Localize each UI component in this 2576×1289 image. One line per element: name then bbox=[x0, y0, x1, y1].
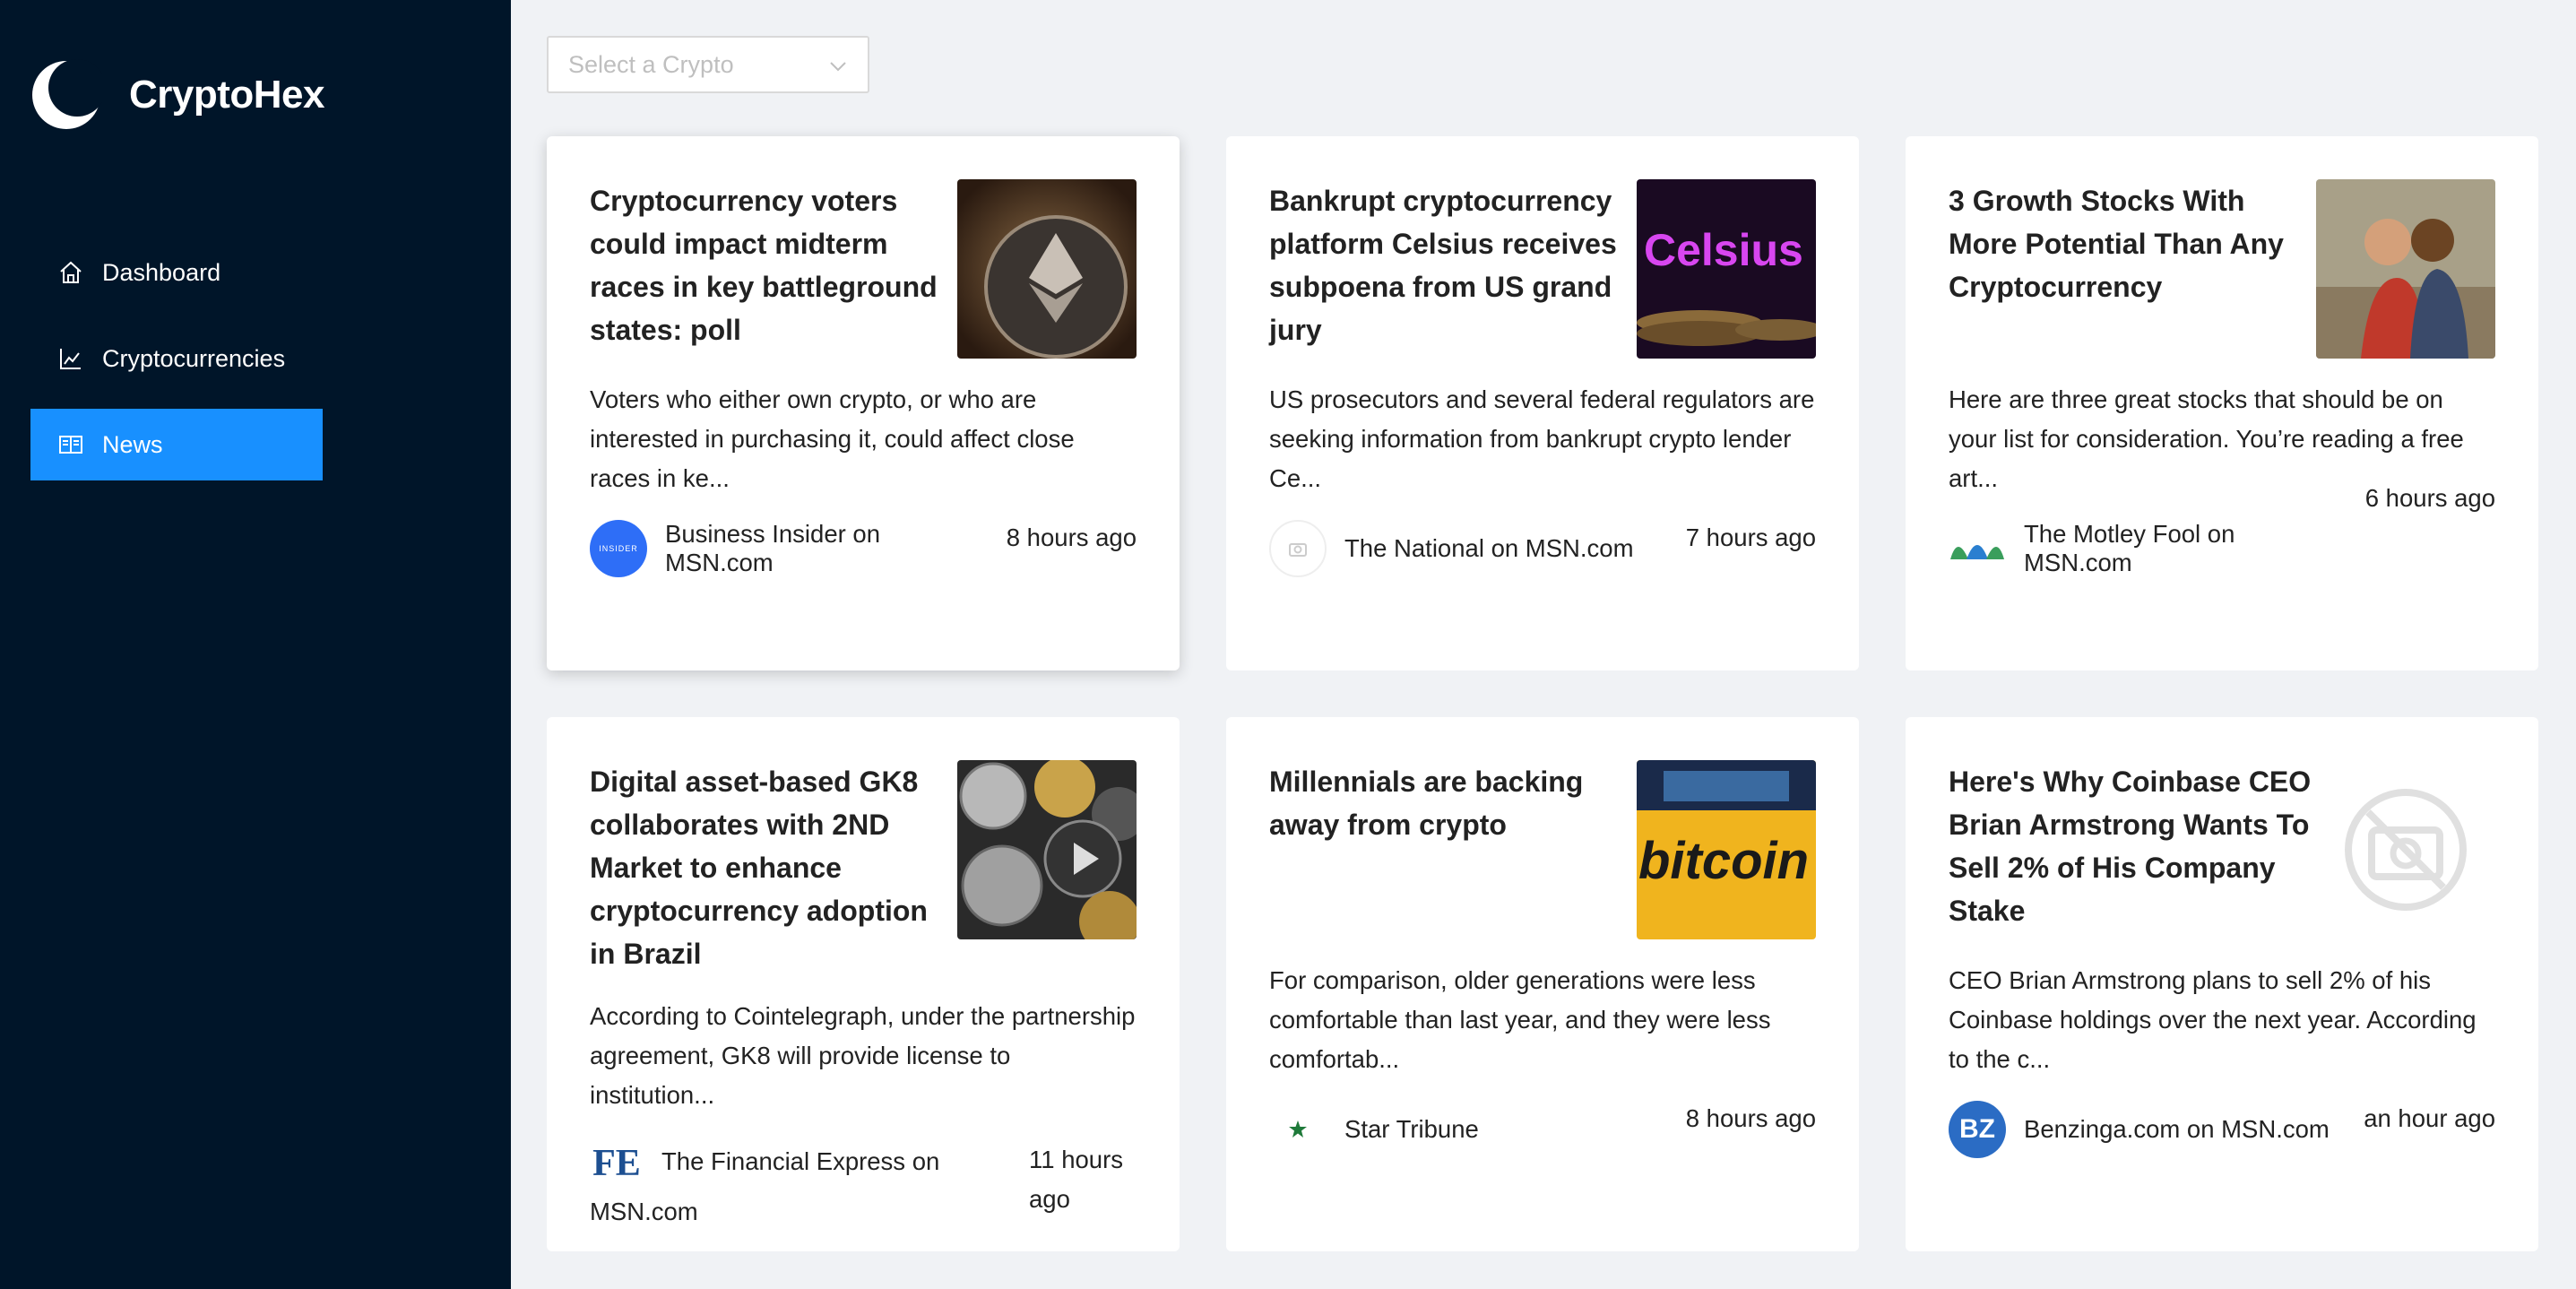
star-tribune-star-icon bbox=[1269, 1101, 1327, 1158]
line-chart-icon bbox=[57, 345, 84, 372]
crypto-select-placeholder: Select a Crypto bbox=[568, 50, 734, 78]
logo[interactable]: CryptoHex bbox=[30, 59, 325, 131]
crypto-select[interactable]: Select a Crypto bbox=[547, 36, 869, 93]
sidebar-item-dashboard[interactable]: Dashboard bbox=[30, 237, 323, 308]
news-card[interactable]: Millennials are backing away from crypto… bbox=[1226, 717, 1859, 1251]
sidebar: CryptoHex Dashboard Cryptocurrencies New… bbox=[0, 0, 511, 1289]
sidebar-item-news[interactable]: News bbox=[30, 409, 323, 480]
news-description: CEO Brian Armstrong plans to sell 2% of … bbox=[1949, 966, 2477, 1073]
svg-text:Celsius: Celsius bbox=[1644, 225, 1803, 275]
provider-name: Business Insider on MSN.com bbox=[665, 520, 880, 576]
main-content: Select a Crypto Cryptocurrency voters co… bbox=[511, 0, 2576, 1289]
home-icon bbox=[57, 259, 84, 286]
motley-fool-jester-icon bbox=[1949, 520, 2006, 577]
sidebar-item-label: Cryptocurrencies bbox=[102, 344, 286, 372]
news-title[interactable]: Here's Why Coinbase CEO Brian Armstrong … bbox=[1949, 760, 2316, 939]
news-title[interactable]: 3 Growth Stocks With More Potential Than… bbox=[1949, 179, 2316, 359]
no-image-placeholder-icon bbox=[2316, 760, 2495, 939]
news-time: 6 hours ago bbox=[2364, 484, 2495, 512]
news-card[interactable]: Cryptocurrency voters could impact midte… bbox=[547, 136, 1180, 670]
provider-name: The National on MSN.com bbox=[1344, 534, 1634, 562]
news-thumbnail-people-photo bbox=[2316, 179, 2495, 359]
news-provider: The Motley Fool on MSN.com bbox=[1949, 520, 2343, 577]
news-time: 11 hours ago bbox=[1029, 1146, 1123, 1213]
sidebar-menu: Dashboard Cryptocurrencies News bbox=[30, 237, 323, 495]
news-title[interactable]: Millennials are backing away from crypto bbox=[1269, 760, 1637, 939]
benzinga-logo-icon: BZ bbox=[1949, 1101, 2006, 1158]
news-thumbnail-bitcoin-atm: bitcoin bbox=[1637, 760, 1816, 939]
news-description: According to Cointelegraph, under the pa… bbox=[590, 1002, 1136, 1109]
chevron-down-icon bbox=[828, 55, 848, 74]
news-provider: Star Tribune bbox=[1269, 1101, 1664, 1158]
provider-name: Star Tribune bbox=[1344, 1115, 1479, 1143]
book-icon bbox=[57, 431, 84, 458]
news-time: 8 hours ago bbox=[1006, 523, 1137, 551]
news-time: an hour ago bbox=[2364, 1104, 2495, 1132]
news-title[interactable]: Digital asset-based GK8 collaborates wit… bbox=[590, 760, 957, 975]
app-name: CryptoHex bbox=[129, 73, 325, 117]
news-thumbnail-coins bbox=[957, 760, 1137, 939]
news-title[interactable]: Cryptocurrency voters could impact midte… bbox=[590, 179, 957, 359]
provider-name: Benzinga.com on MSN.com bbox=[2024, 1115, 2330, 1143]
news-provider: FE The Financial Express on MSN.com bbox=[590, 1137, 948, 1237]
camera-placeholder-icon bbox=[1269, 520, 1327, 577]
news-card[interactable]: Bankrupt cryptocurrency platform Celsius… bbox=[1226, 136, 1859, 670]
sidebar-item-cryptocurrencies[interactable]: Cryptocurrencies bbox=[30, 323, 323, 394]
news-card[interactable]: Digital asset-based GK8 collaborates wit… bbox=[547, 717, 1180, 1251]
business-insider-logo-icon: INSIDER bbox=[590, 520, 647, 577]
svg-text:bitcoin: bitcoin bbox=[1638, 832, 1809, 890]
news-description: Voters who either own crypto, or who are… bbox=[590, 385, 1075, 492]
sidebar-item-label: News bbox=[102, 430, 163, 458]
financial-express-logo-icon: FE bbox=[592, 1142, 641, 1184]
news-provider: BZ Benzinga.com on MSN.com bbox=[1949, 1101, 2343, 1158]
crescent-moon-logo-icon bbox=[30, 59, 106, 131]
news-thumbnail-ethereum-coin bbox=[957, 179, 1137, 359]
news-provider: The National on MSN.com bbox=[1269, 520, 1664, 577]
news-description: US prosecutors and several federal regul… bbox=[1269, 385, 1815, 492]
sidebar-item-label: Dashboard bbox=[102, 258, 221, 286]
news-title[interactable]: Bankrupt cryptocurrency platform Celsius… bbox=[1269, 179, 1637, 359]
news-description: For comparison, older generations were l… bbox=[1269, 966, 1771, 1073]
news-description: Here are three great stocks that should … bbox=[1949, 385, 2464, 492]
news-card[interactable]: Here's Why Coinbase CEO Brian Armstrong … bbox=[1906, 717, 2538, 1251]
news-time: 7 hours ago bbox=[1685, 523, 1816, 551]
provider-name: The Motley Fool on MSN.com bbox=[2024, 520, 2235, 576]
news-provider: INSIDER Business Insider on MSN.com bbox=[590, 520, 984, 577]
news-thumbnail-celsius-logo: Celsius bbox=[1637, 179, 1816, 359]
news-time: 8 hours ago bbox=[1685, 1104, 1816, 1132]
news-card[interactable]: 3 Growth Stocks With More Potential Than… bbox=[1906, 136, 2538, 670]
